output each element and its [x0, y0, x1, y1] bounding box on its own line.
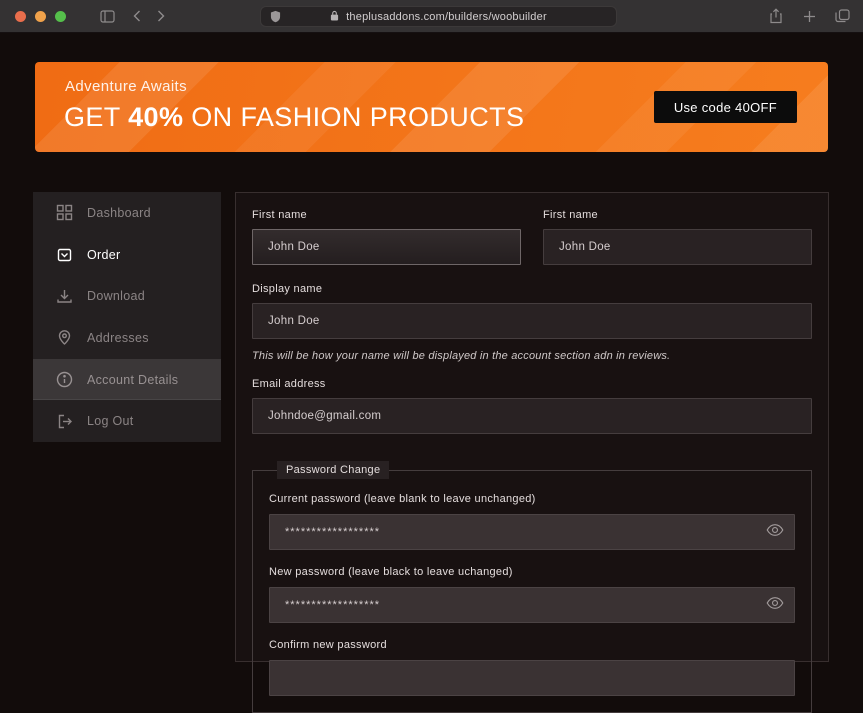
sidebar-item-label: Dashboard — [87, 206, 151, 220]
password-change-section: Password Change Current password (leave … — [252, 461, 812, 713]
sidebar-item-label: Download — [87, 289, 145, 303]
window-controls — [15, 11, 66, 22]
address-bar[interactable]: theplusaddons.com/builders/woobuilder — [260, 6, 617, 27]
sidebar-item-addresses[interactable]: Addresses — [33, 317, 221, 359]
sidebar-item-label: Order — [87, 248, 120, 262]
confirm-password-label: Confirm new password — [269, 639, 795, 651]
new-tab-icon[interactable] — [798, 5, 820, 27]
banner-discount: 40% — [128, 102, 183, 132]
zoom-window-button[interactable] — [55, 11, 66, 22]
dashboard-grid-icon — [56, 204, 73, 221]
new-password-label: New password (leave black to leave uchan… — [269, 566, 795, 578]
close-window-button[interactable] — [15, 11, 26, 22]
eye-icon — [766, 523, 784, 540]
url-text: theplusaddons.com/builders/woobuilder — [346, 11, 547, 23]
eye-icon — [766, 596, 784, 613]
sidebar-item-account-details[interactable]: Account Details — [33, 359, 221, 401]
current-password-label: Current password (leave blank to leave u… — [269, 493, 795, 505]
forward-button[interactable] — [150, 5, 172, 27]
last-name-label: First name — [543, 209, 812, 221]
sidebar-item-log-out[interactable]: Log Out — [33, 400, 221, 442]
share-icon[interactable] — [765, 5, 787, 27]
password-change-legend: Password Change — [277, 461, 389, 479]
logout-icon — [56, 413, 73, 430]
email-label: Email address — [252, 378, 812, 390]
page-background: Adventure Awaits GET 40% ON FASHION PROD… — [0, 34, 863, 645]
account-sidebar: Dashboard Order Download — [33, 192, 221, 442]
display-name-label: Display name — [252, 283, 812, 295]
new-password-input[interactable] — [269, 587, 795, 623]
lock-icon — [330, 8, 339, 26]
map-pin-icon — [56, 329, 73, 346]
account-details-panel: First name First name Display name This … — [235, 192, 829, 662]
sidebar-item-label: Log Out — [87, 414, 134, 428]
display-name-input[interactable] — [252, 303, 812, 339]
promo-banner: Adventure Awaits GET 40% ON FASHION PROD… — [35, 62, 828, 152]
sidebar-item-order[interactable]: Order — [33, 234, 221, 276]
display-name-note: This will be how your name will be displ… — [252, 350, 812, 362]
first-name-input[interactable] — [252, 229, 521, 265]
order-bag-icon — [56, 246, 73, 263]
banner-headline: GET 40% ON FASHION PRODUCTS — [64, 102, 524, 133]
sidebar-toggle-icon[interactable] — [96, 5, 118, 27]
tab-overview-icon[interactable] — [831, 5, 853, 27]
back-button[interactable] — [126, 5, 148, 27]
show-current-password-button[interactable] — [765, 521, 785, 541]
confirm-password-input[interactable] — [269, 660, 795, 696]
sidebar-item-label: Addresses — [87, 331, 149, 345]
last-name-input[interactable] — [543, 229, 812, 265]
email-input[interactable] — [252, 398, 812, 434]
sidebar-item-dashboard[interactable]: Dashboard — [33, 192, 221, 234]
info-circle-icon — [56, 371, 73, 388]
download-icon — [56, 288, 73, 305]
minimize-window-button[interactable] — [35, 11, 46, 22]
sidebar-item-label: Account Details — [87, 373, 178, 387]
first-name-label: First name — [252, 209, 521, 221]
show-new-password-button[interactable] — [765, 594, 785, 614]
sidebar-item-download[interactable]: Download — [33, 275, 221, 317]
banner-kicker: Adventure Awaits — [65, 78, 187, 95]
content-blocker-shield-icon[interactable] — [270, 10, 281, 28]
current-password-input[interactable] — [269, 514, 795, 550]
use-code-button[interactable]: Use code 40OFF — [654, 91, 797, 123]
browser-toolbar: theplusaddons.com/builders/woobuilder — [0, 0, 863, 33]
